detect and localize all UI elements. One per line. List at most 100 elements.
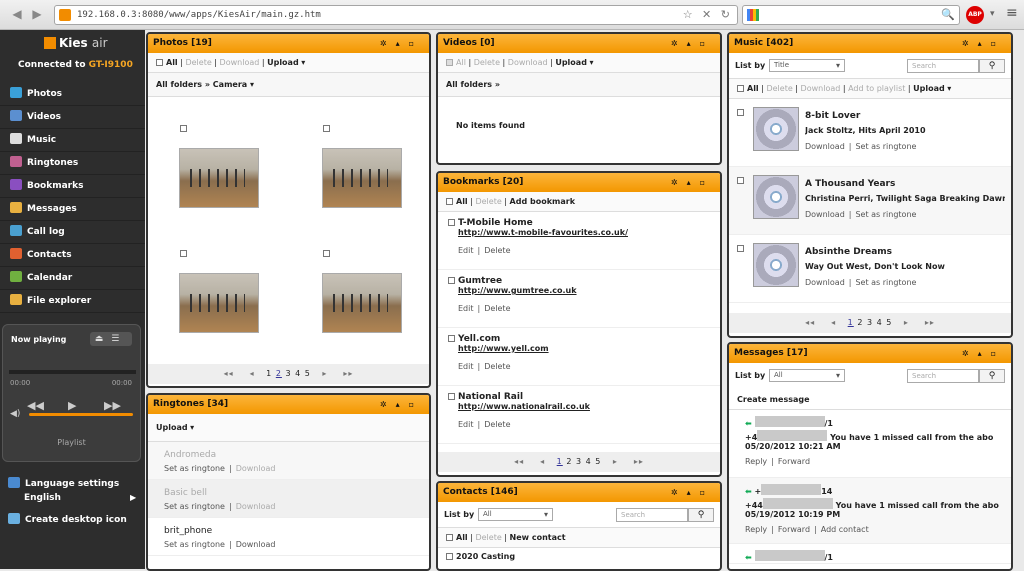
photo-thumbnail[interactable] xyxy=(322,148,402,208)
set-ringtone-link[interactable]: Set as ringtone xyxy=(855,210,916,219)
next-page-icon[interactable]: ▸ xyxy=(613,457,618,466)
track-checkbox[interactable] xyxy=(737,177,744,184)
last-page-icon[interactable]: ▸▸ xyxy=(634,457,644,466)
bookmark-checkbox[interactable] xyxy=(448,219,455,226)
page-link[interactable]: 3 xyxy=(867,318,873,327)
sidebar-item-music[interactable]: Music xyxy=(0,129,145,152)
page-link[interactable]: 2 xyxy=(857,318,863,327)
set-ringtone-link[interactable]: Set as ringtone xyxy=(855,142,916,151)
track-item[interactable]: 8-bit Lover Jack Stoltz, Hits April 2010 D… xyxy=(729,99,1011,167)
bookmark-url[interactable]: http://www.yell.com xyxy=(458,344,549,353)
delete-button[interactable]: Delete xyxy=(766,84,792,93)
sidebar-item-call-log[interactable]: Call log xyxy=(0,221,145,244)
select-all-checkbox[interactable] xyxy=(446,198,453,205)
page-link[interactable]: 5 xyxy=(886,318,892,327)
delete-link[interactable]: Delete xyxy=(484,362,510,371)
page-link[interactable]: 4 xyxy=(586,457,592,466)
adblock-icon[interactable]: ABP xyxy=(966,6,984,24)
edit-link[interactable]: Edit xyxy=(458,362,474,371)
url-actions[interactable]: ☆ ✕ ↻ xyxy=(683,8,733,21)
next-page-icon[interactable]: ▸ xyxy=(322,369,327,378)
player-mode-buttons[interactable]: ⏏☰ xyxy=(90,332,132,346)
set-ringtone-link[interactable]: Set as ringtone xyxy=(855,278,916,287)
delete-button[interactable]: Delete xyxy=(474,58,500,67)
reply-link[interactable]: Reply xyxy=(745,525,767,534)
addon-dropdown-icon[interactable]: ▾ xyxy=(990,9,995,19)
page-link[interactable]: 3 xyxy=(285,369,291,378)
forward-button[interactable]: ▶ xyxy=(30,7,44,21)
bookmark-checkbox[interactable] xyxy=(448,335,455,342)
panel-controls[interactable]: ✲▴▫ xyxy=(962,34,1005,53)
message-item[interactable]: ⬅ /1 +4 You have 1 missed call from the … xyxy=(729,410,1011,478)
add-bookmark-button[interactable]: Add bookmark xyxy=(510,197,575,206)
list-by-select[interactable]: Title xyxy=(769,59,845,72)
contact-checkbox[interactable] xyxy=(446,553,453,560)
last-page-icon[interactable]: ▸▸ xyxy=(343,369,353,378)
search-icon[interactable]: ⚲ xyxy=(688,508,714,522)
photo-checkbox[interactable] xyxy=(180,125,187,132)
language-settings[interactable]: Language settings xyxy=(8,477,119,489)
list-by-select[interactable]: All xyxy=(769,369,845,382)
sidebar-item-bookmarks[interactable]: Bookmarks xyxy=(0,175,145,198)
ringtone-item[interactable]: Basic bell Set as ringtone | Download xyxy=(148,480,429,518)
menu-icon[interactable]: ≡ xyxy=(1006,6,1018,20)
next-icon[interactable]: ▶▶ xyxy=(104,399,121,412)
sidebar-item-ringtones[interactable]: Ringtones xyxy=(0,152,145,175)
ringtone-item[interactable]: brit_phone Set as ringtone | Download xyxy=(148,518,429,556)
forward-link[interactable]: Forward xyxy=(778,457,810,466)
music-search-input[interactable]: Search xyxy=(907,59,979,73)
message-item[interactable]: ⬅ +14 +44 You have 1 missed call from th… xyxy=(729,478,1011,544)
bookmark-checkbox[interactable] xyxy=(448,393,455,400)
search-icon[interactable]: ⚲ xyxy=(979,369,1005,383)
download-link[interactable]: Download xyxy=(236,540,276,549)
select-all-checkbox[interactable] xyxy=(446,534,453,541)
forward-link[interactable]: Forward xyxy=(778,525,810,534)
last-page-icon[interactable]: ▸▸ xyxy=(925,318,935,327)
messages-search-input[interactable]: Search xyxy=(907,369,979,383)
all-folders-link[interactable]: All folders xyxy=(156,80,202,89)
prev-page-icon[interactable]: ◂ xyxy=(831,318,836,327)
track-item[interactable]: A Thousand Years Christina Perri, Twiligh… xyxy=(729,167,1011,235)
select-all-checkbox[interactable] xyxy=(737,85,744,92)
ringtone-item[interactable]: Andromeda Set as ringtone | Download xyxy=(148,442,429,480)
eject-icon[interactable]: ⏏ xyxy=(95,334,112,344)
list-by-select[interactable]: All xyxy=(478,508,553,521)
sidebar-item-contacts[interactable]: Contacts xyxy=(0,244,145,267)
contacts-search-input[interactable]: Search xyxy=(616,508,688,522)
upload-button[interactable]: Upload xyxy=(555,58,587,67)
photo-checkbox[interactable] xyxy=(323,250,330,257)
contact-item[interactable]: 2020 Casting xyxy=(438,548,720,561)
page-link[interactable]: 1 xyxy=(266,369,272,378)
upload-button[interactable]: Upload xyxy=(913,84,945,93)
sidebar-item-photos[interactable]: Photos xyxy=(0,83,145,106)
set-ringtone-link[interactable]: Set as ringtone xyxy=(164,540,225,549)
create-message-button[interactable]: Create message xyxy=(729,389,1011,410)
bookmark-url[interactable]: http://www.gumtree.co.uk xyxy=(458,286,577,295)
page-link[interactable]: 4 xyxy=(877,318,883,327)
page-link-current[interactable]: 1 xyxy=(557,457,563,466)
photo-thumbnail[interactable] xyxy=(322,273,402,333)
download-button[interactable]: Download xyxy=(220,58,260,67)
previous-icon[interactable]: ◀◀ xyxy=(27,399,44,412)
select-all-checkbox[interactable] xyxy=(446,59,453,66)
delete-button[interactable]: Delete xyxy=(475,197,501,206)
page-link[interactable]: 4 xyxy=(295,369,301,378)
bookmark-checkbox[interactable] xyxy=(448,277,455,284)
panel-controls[interactable]: ✲▴▫ xyxy=(671,483,714,502)
all-folders-link[interactable]: All folders xyxy=(446,80,492,89)
page-link-current[interactable]: 1 xyxy=(848,318,854,327)
delete-button[interactable]: Delete xyxy=(475,533,501,542)
bookmark-item[interactable]: Gumtree http://www.gumtree.co.uk Edit | Dele… xyxy=(438,270,720,328)
sidebar-item-videos[interactable]: Videos xyxy=(0,106,145,129)
page-link[interactable]: 2 xyxy=(566,457,572,466)
select-all-checkbox[interactable] xyxy=(156,59,163,66)
photo-checkbox[interactable] xyxy=(323,125,330,132)
photo-thumbnail[interactable] xyxy=(179,148,259,208)
progress-track[interactable] xyxy=(9,370,136,374)
delete-link[interactable]: Delete xyxy=(484,420,510,429)
download-link[interactable]: Download xyxy=(805,142,845,151)
bookmark-item[interactable]: T-Mobile Home http://www.t-mobile-favouri… xyxy=(438,212,720,270)
new-contact-button[interactable]: New contact xyxy=(510,533,566,542)
prev-page-icon[interactable]: ◂ xyxy=(540,457,545,466)
browser-search-input[interactable]: 🔍 xyxy=(742,5,960,25)
